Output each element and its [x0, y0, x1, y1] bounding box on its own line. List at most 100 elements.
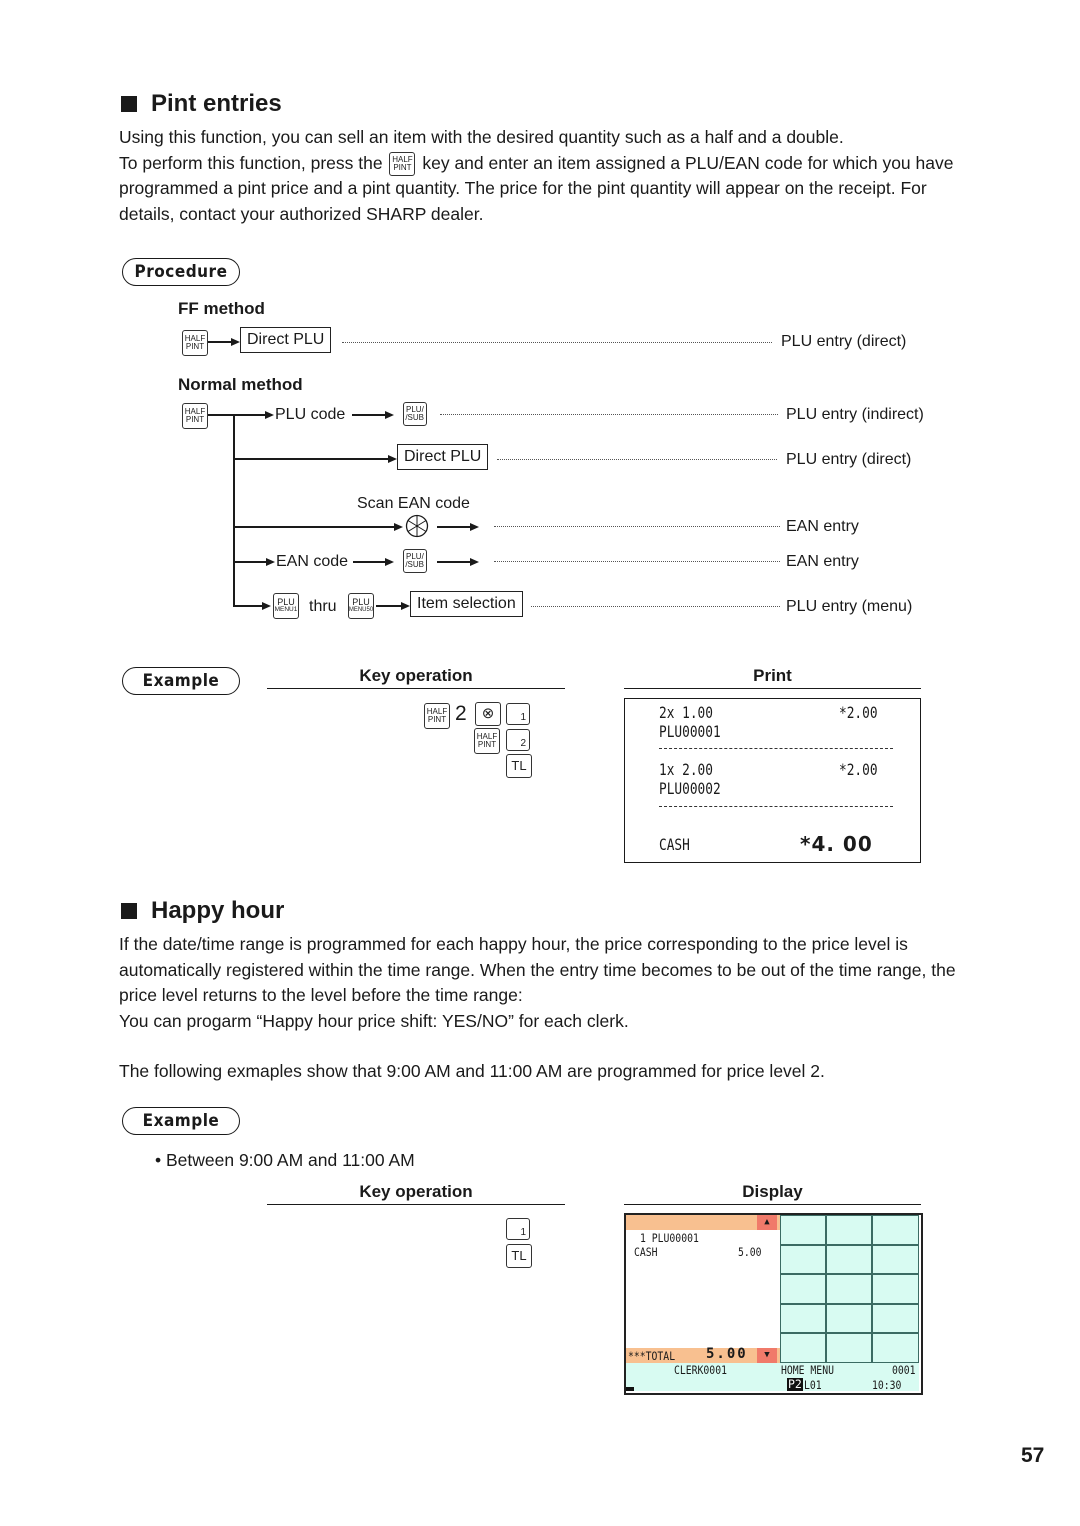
display-total-label: ***TOTAL [628, 1349, 676, 1363]
flow-line [208, 341, 232, 343]
happy-hour-description: If the date/time range is programmed for… [119, 932, 1039, 1085]
display-item-line: 1 PLU00001 [640, 1231, 699, 1245]
plu-menu50-key-icon: PLU MENU50 [348, 593, 374, 619]
ff-direct-plu-box: Direct PLU [240, 327, 332, 353]
menu-key[interactable] [872, 1333, 919, 1363]
number-key-1: 1 [506, 703, 530, 725]
arrow-icon [385, 558, 394, 566]
pint-paragraph-line: details, contact your authorized SHARP d… [119, 203, 484, 224]
receipt-item-name: PLU00001 [659, 722, 721, 741]
flow-line [233, 458, 389, 460]
dotted-leader [531, 606, 780, 607]
pint-entries-description: Using this function, you can sell an ite… [119, 125, 1039, 227]
dotted-leader [342, 342, 772, 343]
menu-key[interactable] [826, 1244, 872, 1275]
scanner-icon [405, 514, 429, 538]
menu-key[interactable] [826, 1303, 872, 1334]
menu-key[interactable] [826, 1215, 872, 1245]
result-direct: PLU entry (direct) [786, 451, 912, 468]
receipt-separator [659, 748, 893, 749]
arrow-icon [265, 411, 274, 419]
key-operation-header: Key operation [267, 1182, 565, 1205]
display-header: Display [624, 1182, 921, 1205]
arrow-icon [401, 602, 410, 610]
display-total-value: 5.00 [706, 1346, 748, 1362]
menu-key[interactable] [872, 1274, 919, 1304]
scroll-down-icon[interactable]: ▼ [757, 1348, 777, 1363]
display-price-level: L01 [804, 1378, 822, 1392]
menu-key[interactable] [872, 1215, 919, 1245]
menu-key[interactable] [780, 1333, 826, 1363]
heading-square-icon [121, 96, 137, 112]
arrow-icon [470, 558, 479, 566]
receipt-amount: *2.00 [839, 760, 878, 779]
heading-square-icon [121, 903, 137, 919]
display-number: 0001 [892, 1363, 916, 1377]
arrow-icon [262, 602, 271, 610]
happy-paragraph-line: The following exmaples show that 9:00 AM… [119, 1061, 825, 1081]
display-cash-value: 5.00 [738, 1245, 762, 1259]
dotted-leader [494, 561, 780, 562]
menu-key[interactable] [780, 1215, 826, 1245]
menu-key[interactable] [826, 1274, 872, 1304]
scan-ean-label: Scan EAN code [357, 495, 470, 512]
menu-key[interactable] [780, 1244, 826, 1275]
typed-quantity: 2 [455, 702, 467, 725]
normal-method-title: Normal method [178, 375, 303, 394]
half-pint-key-icon: HALF PINT [182, 403, 208, 429]
menu-key[interactable] [826, 1333, 872, 1363]
scroll-up-icon[interactable]: ▲ [757, 1215, 777, 1230]
menu-key-grid [780, 1215, 919, 1363]
plu-sub-key-icon: PLU//SUB [403, 402, 427, 426]
arrow-icon [470, 523, 479, 531]
receipt-line: 1x 2.00 [659, 760, 713, 779]
receipt-print: 2x 1.00 *2.00 PLU00001 1x 2.00 *2.00 PLU… [624, 698, 921, 863]
receipt-item-name: PLU00002 [659, 779, 721, 798]
arrow-icon [385, 411, 394, 419]
tl-key: TL [506, 1244, 532, 1268]
half-pint-key-icon: HALF PINT [474, 728, 500, 754]
flow-line [353, 561, 386, 563]
example-bullet: • Between 9:00 AM and 11:00 AM [155, 1150, 415, 1170]
dotted-leader [494, 526, 780, 527]
flow-line [437, 526, 471, 528]
receipt-separator [659, 806, 893, 807]
pint-paragraph-line: Using this function, you can sell an ite… [119, 127, 844, 147]
flow-line [233, 605, 263, 607]
flow-line [352, 414, 386, 416]
dotted-leader [497, 459, 777, 460]
pint-paragraph-line: programmed a pint price and a pint quant… [119, 178, 927, 198]
result-ean-code: EAN entry [786, 553, 859, 570]
menu-key[interactable] [872, 1303, 919, 1334]
display-time: 10:30 [872, 1378, 902, 1392]
menu-key[interactable] [780, 1303, 826, 1334]
print-header: Print [624, 666, 921, 689]
receipt-line: 2x 1.00 [659, 703, 713, 722]
half-pint-key-icon: HALF PINT [389, 151, 416, 176]
example-label: Example [122, 1107, 240, 1135]
flow-line [233, 526, 395, 528]
normal-direct-plu-box: Direct PLU [397, 444, 489, 470]
number-key-1: 1 [506, 1218, 530, 1240]
display-clerk: CLERK0001 [674, 1363, 727, 1377]
page-number: 57 [1021, 1444, 1045, 1467]
plu-menu1-key-icon: PLU MENU1 [273, 593, 299, 619]
item-selection-box: Item selection [410, 591, 523, 617]
key-operation-header: Key operation [267, 666, 565, 689]
flow-line [376, 605, 402, 607]
plu-code-label: PLU code [275, 406, 346, 423]
flow-line [233, 561, 267, 563]
half-pint-key-icon: HALF PINT [182, 330, 208, 356]
dotted-leader [440, 414, 778, 415]
happy-paragraph-line: If the date/time range is programmed for… [119, 934, 908, 954]
number-key-2: 2 [506, 729, 530, 751]
pint-entries-title: Pint entries [151, 90, 282, 117]
price-level-badge: P2 [787, 1377, 803, 1391]
thru-label: thru [309, 598, 337, 615]
arrow-icon [231, 338, 240, 346]
ff-result: PLU entry (direct) [781, 333, 907, 350]
menu-key[interactable] [780, 1274, 826, 1304]
flow-line [437, 561, 471, 563]
happy-paragraph-line: You can progarm “Happy hour price shift:… [119, 1010, 629, 1031]
menu-key[interactable] [872, 1244, 919, 1275]
